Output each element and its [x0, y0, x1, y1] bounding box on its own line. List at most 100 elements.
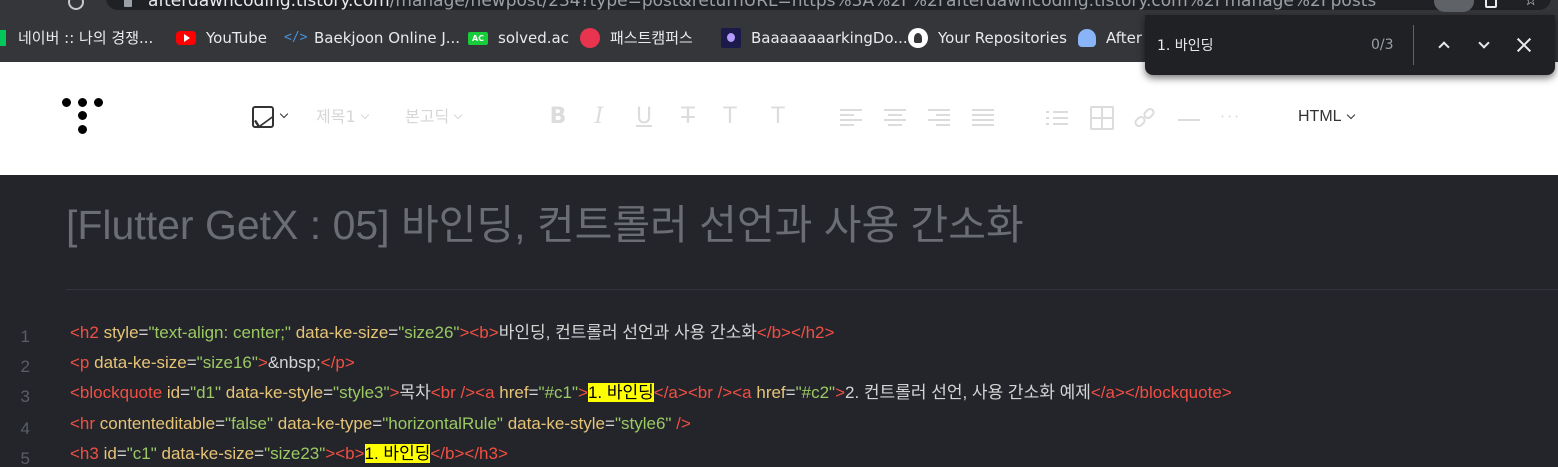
site-info-icon[interactable]	[124, 0, 132, 7]
editor-mode-select[interactable]: HTML	[1298, 106, 1355, 128]
code-attribute: href	[499, 383, 529, 402]
chevron-down-icon	[453, 110, 463, 120]
underline-icon[interactable]: U	[634, 106, 654, 128]
code-value: "size23"	[264, 444, 326, 463]
heading-select-label: 제목1	[316, 107, 356, 126]
code-tag: </a></blockquote>	[1090, 383, 1232, 402]
insert-image-button[interactable]	[252, 106, 294, 132]
find-next-button[interactable]	[1472, 33, 1496, 57]
search-highlight: 1. 바인딩	[587, 383, 654, 402]
code-tag: </b></h3>	[430, 444, 508, 463]
code-text: 2. 컨트롤러 선언, 사용 간소화 예제	[845, 383, 1091, 402]
code-text: =	[372, 414, 383, 433]
bold-icon[interactable]: B	[548, 106, 568, 128]
code-text: =	[323, 383, 334, 402]
list-icon[interactable]	[1046, 109, 1068, 127]
code-tag: >	[578, 383, 588, 402]
bookmark-star-icon[interactable]: ☆	[1524, 0, 1537, 8]
align-right-icon[interactable]	[928, 109, 950, 127]
find-input[interactable]	[1157, 32, 1387, 58]
code-text: =	[215, 414, 226, 433]
lens-icon[interactable]	[1434, 0, 1474, 12]
code-attribute: href	[756, 383, 786, 402]
bookmark-solved-ac[interactable]: AC solved.ac	[468, 28, 569, 48]
chevron-down-icon	[279, 109, 289, 119]
find-close-button[interactable]	[1512, 33, 1536, 57]
code-attribute: data-ke-size	[295, 323, 389, 342]
editor-mode-label: HTML	[1298, 108, 1342, 125]
more-options-icon[interactable]: ···	[1220, 106, 1246, 128]
code-text: =	[388, 323, 399, 342]
code-tag: >	[835, 383, 846, 402]
font-select-label: 본고딕	[405, 107, 450, 126]
code-text: =	[605, 414, 615, 433]
align-center-icon[interactable]	[884, 109, 906, 127]
bookmark-label: Your Repositories	[938, 29, 1067, 47]
code-tag: ><b>	[459, 323, 499, 342]
link-icon[interactable]	[1132, 106, 1158, 130]
code-line[interactable]: <hr contenteditable="false" data-ke-type…	[70, 413, 691, 435]
code-line[interactable]: <blockquote id="d1" data-ke-style="style…	[70, 382, 1232, 404]
code-attribute: data-ke-size	[161, 444, 255, 463]
bookmark-label: Baekjoon Online J...	[314, 29, 461, 47]
image-icon	[252, 106, 274, 128]
find-previous-button[interactable]	[1432, 33, 1456, 57]
bookmark-youtube[interactable]: YouTube	[176, 28, 267, 48]
chevron-down-icon	[1478, 37, 1490, 49]
table-icon[interactable]	[1090, 106, 1114, 130]
align-justify-icon[interactable]	[972, 109, 994, 127]
bookmark-fastcampus[interactable]: 패스트캠퍼스	[580, 28, 693, 48]
code-tag: >	[389, 383, 400, 402]
chevron-down-icon	[360, 110, 369, 120]
address-bar-strip: afterdawncoding.tistory.com/manage/newpo…	[0, 0, 1558, 14]
bookmark-label: BaaaaaaaarkingDo...	[751, 29, 908, 47]
code-attribute: id	[166, 383, 181, 402]
code-tag: </a><br /><a	[653, 383, 752, 402]
code-value: "style3"	[333, 383, 390, 402]
align-left-icon[interactable]	[840, 109, 862, 127]
find-divider	[1413, 25, 1414, 65]
editor-toolbar: 제목1 본고딕 B I U T T T ··· HTML	[0, 62, 1558, 175]
code-tag: </p>	[320, 353, 355, 372]
code-text: =	[138, 323, 149, 342]
bookmark-baaaarking[interactable]: BaaaaaaaarkingDo...	[721, 28, 908, 48]
github-icon	[908, 28, 928, 48]
strikethrough-icon[interactable]: T	[678, 106, 698, 128]
font-select[interactable]: 본고딕	[405, 106, 463, 128]
bookmark-baekjoon[interactable]: </> Baekjoon Online J...	[284, 28, 460, 48]
code-value: "#c2"	[795, 383, 836, 402]
code-value: "text-align: center;"	[148, 323, 291, 342]
heading-select[interactable]: 제목1	[316, 106, 369, 128]
tistory-logo-icon[interactable]	[62, 98, 104, 140]
post-title[interactable]: [Flutter GetX : 05] 바인딩, 컨트롤러 선언과 사용 간소화	[66, 197, 1526, 253]
share-icon[interactable]	[1485, 0, 1497, 8]
code-value: "horizontalRule"	[382, 414, 503, 433]
solved-ac-icon: AC	[468, 31, 488, 45]
url-path: /manage/newpost/234?type=post&returnURL=…	[389, 0, 1377, 11]
line-number: 4	[20, 419, 30, 438]
bookmark-label: After	[1106, 29, 1143, 47]
code-tag: <p	[70, 353, 90, 372]
baaaarking-icon	[721, 28, 741, 48]
code-attribute: data-ke-size	[94, 353, 187, 372]
bookmark-naver[interactable]: 네이버 :: 나의 경쟁...	[0, 28, 153, 48]
code-value: "style6"	[614, 414, 672, 433]
text-background-icon[interactable]: T	[768, 106, 788, 128]
code-line[interactable]: <p data-ke-size="size16">&nbsp;</p>	[70, 352, 355, 374]
code-line[interactable]: <h2 style="text-align: center;" data-ke-…	[70, 322, 834, 344]
horizontal-rule-icon[interactable]	[1178, 119, 1200, 121]
code-text: =	[186, 353, 197, 372]
italic-icon[interactable]: I	[592, 106, 606, 128]
text-color-icon[interactable]: T	[720, 106, 740, 128]
code-value: "#c1"	[538, 383, 579, 402]
bookmark-label: 패스트캠퍼스	[610, 29, 693, 47]
bookmark-after[interactable]: After	[1078, 28, 1142, 48]
bookmark-github[interactable]: Your Repositories	[908, 28, 1067, 48]
url-text[interactable]: afterdawncoding.tistory.com/manage/newpo…	[148, 0, 1376, 11]
line-number: 1	[20, 327, 30, 346]
code-attribute: id	[103, 444, 117, 463]
reload-icon[interactable]	[68, 0, 84, 10]
code-text: =	[254, 444, 265, 463]
find-in-page-bar: 0/3	[1145, 15, 1555, 75]
code-line[interactable]: <h3 id="c1" data-ke-size="size23"><b>1. …	[70, 443, 508, 465]
